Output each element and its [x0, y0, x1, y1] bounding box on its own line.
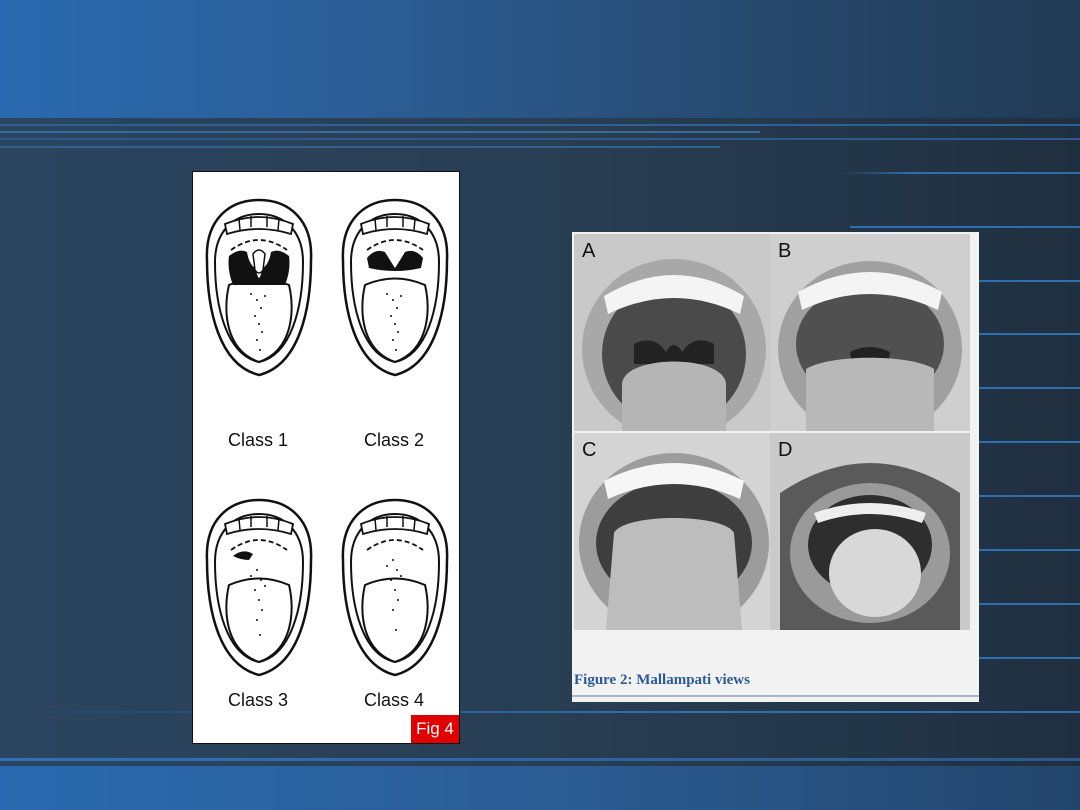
mallampati-drawing-figure: Class 1 Class 2 Class 3 Class 4 Fig 4 — [192, 171, 460, 744]
panel-letter-b: B — [778, 240, 792, 262]
figure-caption: Figure 2: Mallampati views — [574, 672, 750, 688]
footer-line — [0, 758, 1080, 761]
photo-panel-c: C — [574, 433, 774, 630]
mallampati-photo-figure: A B C D Figure 2: Mallampati views — [572, 232, 979, 702]
class-3-label: Class 3 — [228, 690, 289, 710]
class-4-label: Class 4 — [364, 690, 425, 710]
divider-line — [0, 146, 720, 148]
photo-panel-a: A — [574, 234, 774, 431]
mouth-drawings — [205, 198, 449, 677]
figure-tag: Fig 4 — [411, 715, 459, 743]
divider-line — [0, 131, 760, 133]
divider-line — [0, 138, 1080, 140]
decor-line — [0, 711, 1080, 713]
photo-panel-d: D — [770, 433, 970, 630]
panel-letter-d: D — [778, 439, 793, 461]
footer-bar — [0, 766, 1080, 810]
class-2-label: Class 2 — [364, 430, 425, 450]
caption-underline — [572, 695, 979, 697]
decor-line — [850, 226, 1080, 228]
class-1-label: Class 1 — [228, 430, 289, 450]
panel-letter-a: A — [582, 240, 596, 262]
title-bar — [0, 0, 1080, 118]
decor-line — [840, 172, 1080, 174]
photo-panel-b: B — [770, 234, 970, 431]
panel-letter-c: C — [582, 439, 597, 461]
divider-line — [0, 124, 1080, 126]
